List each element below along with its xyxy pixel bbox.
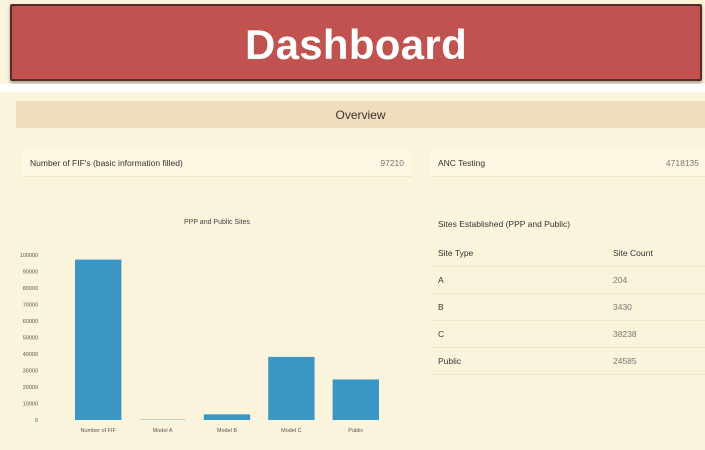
y-tick-label: 50000 [23,336,38,342]
anc-testing-value: 4718135 [665,157,699,168]
x-tick-label: Number of FIF [80,428,116,434]
anc-testing-label: ANC Testing [438,157,486,168]
table-header-row: Site Type Site Count [432,240,705,267]
page-title: Dashboard [244,20,468,68]
site-count-cell: 204 [607,266,705,294]
sites-table-title: Sites Established (PPP and Public) [438,219,571,229]
fif-count-card: Number of FIF's (basic information fille… [22,149,412,177]
x-tick-label: Model B [217,428,238,434]
table-row: A 204 [432,266,705,294]
table-row: C 38238 [432,320,705,348]
site-count-cell: 38238 [607,320,705,348]
site-count-cell: 3430 [607,293,705,321]
site-type-cell: C [432,320,607,348]
y-tick-label: 10000 [23,402,38,408]
site-type-header: Site Type [432,240,607,267]
x-tick-label: Model A [153,428,173,434]
site-count-cell: 24585 [607,347,705,375]
fif-count-label: Number of FIF's (basic information fille… [30,157,183,168]
site-count-header: Site Count [607,240,705,267]
y-tick-label: 60000 [23,319,38,325]
fif-count-value: 97210 [380,157,404,168]
x-tick-label: Model C [281,428,302,434]
table-row: B 3430 [432,293,705,321]
y-tick-label: 100000 [20,253,38,259]
y-tick-label: 90000 [23,270,38,276]
y-tick-label: 0 [35,418,38,424]
header-divider [0,84,705,92]
y-tick-label: 40000 [23,352,38,358]
chart-title: PPP and Public Sites [183,219,251,226]
bar [75,259,122,420]
site-type-cell: B [432,293,607,321]
y-tick-label: 20000 [23,385,38,391]
dashboard-header: Dashboard [10,4,702,81]
site-type-cell: A [432,266,607,294]
overview-bar: Overview [16,101,705,128]
x-tick-label: Public [348,428,363,434]
sites-table: Site Type Site Count A 204 B 3430 C 3823… [432,240,705,375]
anc-testing-card: ANC Testing 4718135 [430,149,705,177]
bar-chart: 0 10000 20000 30000 40000 50000 60000 70000 8000… [20,253,379,434]
table-row: Public 24585 [432,347,705,375]
y-tick-label: 70000 [23,303,38,309]
bar [203,414,251,420]
bar [268,356,315,420]
y-tick-label: 30000 [23,369,38,375]
overview-title: Overview [335,107,386,122]
bar [332,379,379,420]
y-tick-label: 80000 [23,286,38,292]
site-type-cell: Public [432,347,607,375]
